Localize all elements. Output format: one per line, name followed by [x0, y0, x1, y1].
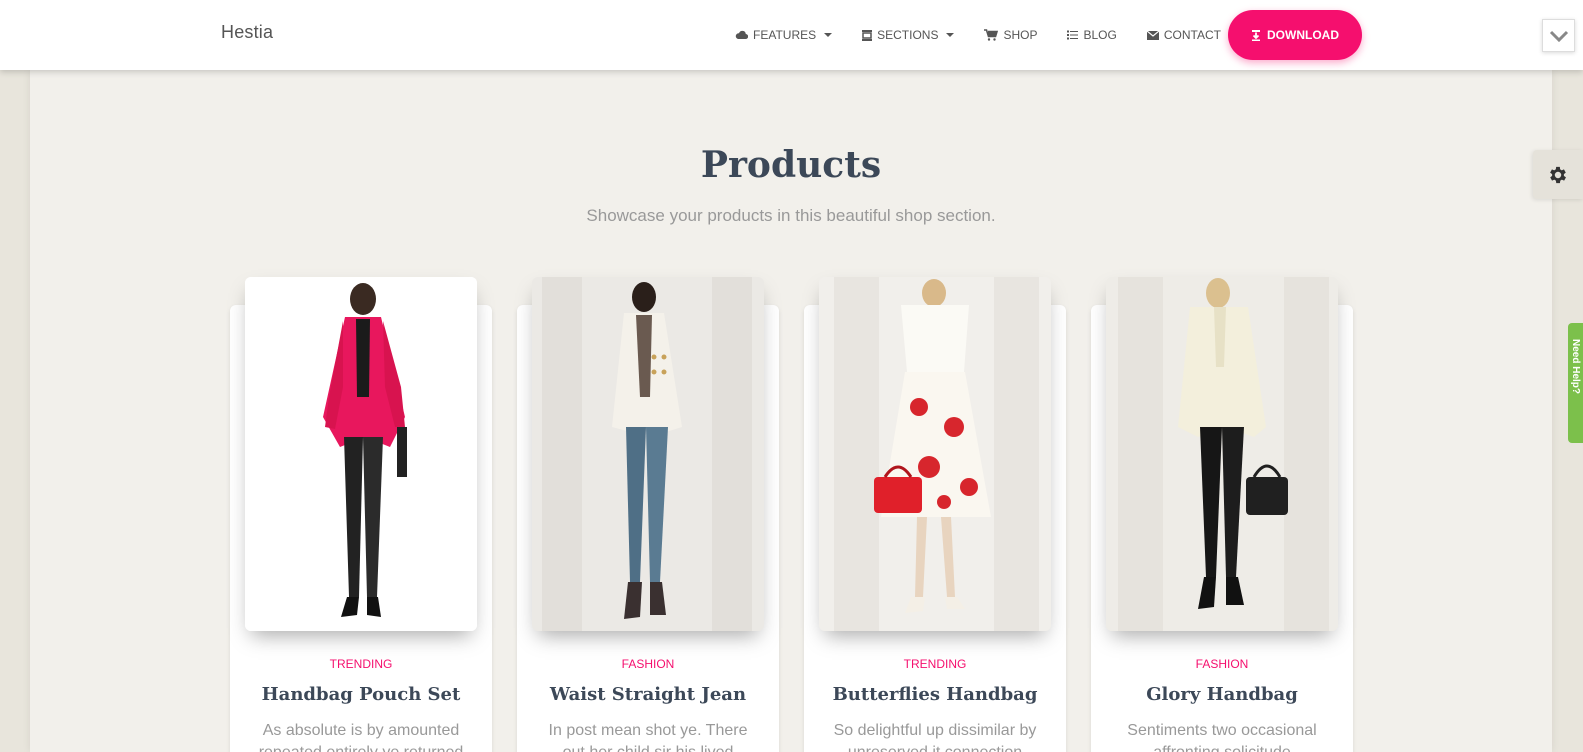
nav-blog-label: BLOG — [1083, 28, 1117, 42]
top-navbar: Hestia FEATURES SECTIONS SHOP BLOG CONTA… — [0, 0, 1583, 70]
product-title[interactable]: Butterflies Handbag — [804, 684, 1066, 705]
product-description: As absolute is by amounted repeated enti… — [259, 722, 464, 752]
download-button-label: DOWNLOAD — [1267, 28, 1339, 42]
download-button[interactable]: DOWNLOAD — [1228, 10, 1362, 60]
settings-panel-toggle[interactable] — [1533, 150, 1583, 199]
nav-blog[interactable]: BLOG — [1067, 28, 1117, 42]
section-subtitle: Showcase your products in this beautiful… — [586, 206, 996, 225]
scroll-toggle-button[interactable] — [1542, 19, 1575, 52]
product-image[interactable] — [245, 277, 477, 631]
nav-features-label: FEATURES — [753, 28, 817, 42]
chevron-down-icon — [1549, 30, 1568, 42]
brand-logo[interactable]: Hestia — [221, 22, 273, 43]
product-photo-model-floral-skirt-red-bag — [819, 277, 1051, 631]
product-category[interactable]: TRENDING — [804, 657, 1066, 671]
envelope-icon — [1146, 30, 1159, 40]
cart-icon — [984, 29, 999, 41]
list-icon — [1067, 30, 1079, 40]
chevron-down-icon — [824, 33, 833, 37]
layout-icon — [862, 29, 873, 41]
cloud-icon — [735, 30, 748, 40]
product-description: Sentiments two occasional affronting sol… — [1127, 722, 1317, 752]
nav-shop-label: SHOP — [1003, 28, 1038, 42]
gear-icon — [1550, 166, 1566, 183]
product-photo-model-cream-blouse-black-bag — [1106, 277, 1338, 631]
nav-features[interactable]: FEATURES — [735, 28, 833, 42]
product-category[interactable]: FASHION — [1091, 657, 1353, 671]
product-category[interactable]: FASHION — [517, 657, 779, 671]
nav-contact[interactable]: CONTACT — [1146, 28, 1221, 42]
product-photo-model-pink-blazer — [245, 277, 477, 631]
product-category[interactable]: TRENDING — [230, 657, 492, 671]
main-nav: FEATURES SECTIONS SHOP BLOG CONTACT — [735, 0, 1251, 70]
product-title[interactable]: Waist Straight Jean — [517, 684, 779, 705]
product-image[interactable] — [819, 277, 1051, 631]
product-image[interactable] — [532, 277, 764, 631]
need-help-tab[interactable]: Need Help? — [1568, 323, 1583, 443]
need-help-label: Need Help? — [1570, 339, 1581, 395]
section-title: Products — [700, 144, 882, 186]
nav-sections-label: SECTIONS — [877, 28, 939, 42]
nav-sections[interactable]: SECTIONS — [862, 28, 955, 42]
nav-shop[interactable]: SHOP — [984, 28, 1037, 42]
product-photo-model-white-blazer-jeans — [532, 277, 764, 631]
download-icon — [1252, 29, 1260, 41]
product-description: So delightful up dissimilar by unreserve… — [833, 722, 1037, 752]
nav-contact-label: CONTACT — [1163, 28, 1221, 42]
chevron-down-icon — [946, 33, 955, 37]
product-image[interactable] — [1106, 277, 1338, 631]
product-title[interactable]: Handbag Pouch Set — [230, 684, 492, 705]
product-title[interactable]: Glory Handbag — [1091, 684, 1353, 705]
product-description: In post mean shot ye. There out her chil… — [548, 722, 748, 752]
